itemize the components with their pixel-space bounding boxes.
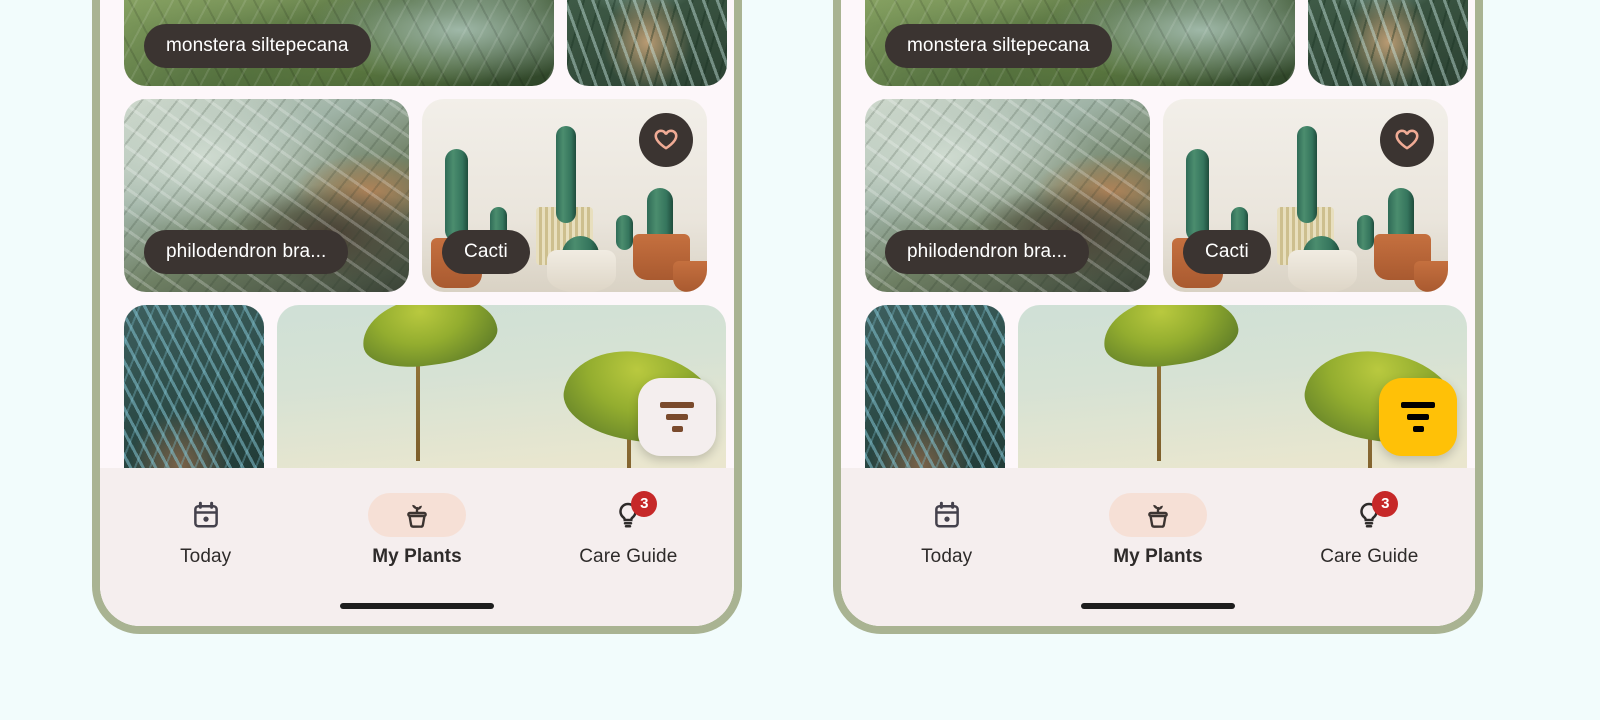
- nav-today-label: Today: [180, 545, 232, 567]
- nav-care-guide-label: Care Guide: [579, 545, 678, 567]
- plant-tile-cacti[interactable]: Cacti: [1163, 99, 1448, 292]
- nav-my-plants-pill: [367, 492, 466, 537]
- phone-screen-left: monstera siltepecana philodendron bra...: [100, 0, 734, 626]
- plant-gallery-left[interactable]: monstera siltepecana philodendron bra...: [100, 0, 734, 468]
- plant-name-chip: monstera siltepecana: [144, 24, 371, 68]
- nav-today[interactable]: Today: [100, 493, 311, 568]
- plant-tile-monstera[interactable]: monstera siltepecana: [865, 0, 1295, 86]
- calendar-icon: [193, 501, 218, 527]
- home-indicator-area: [841, 586, 1475, 626]
- plant-name-chip: monstera siltepecana: [885, 24, 1112, 68]
- nav-care-guide-label: Care Guide: [1320, 545, 1419, 567]
- heart-icon: [654, 129, 678, 150]
- screenshot-canvas: monstera siltepecana philodendron bra...: [0, 0, 1600, 720]
- nav-my-plants-label: My Plants: [372, 545, 462, 567]
- nav-my-plants-pill: [1108, 492, 1207, 537]
- plant-name-chip: philodendron bra...: [885, 230, 1090, 274]
- plant-tile-spiky[interactable]: [865, 305, 1005, 468]
- plant-tile-spiky[interactable]: [124, 305, 264, 468]
- calendar-icon: [934, 501, 959, 527]
- nav-items: Today My Plants 3 Care Guide: [841, 468, 1475, 586]
- nav-care-guide-pill: 3: [579, 490, 677, 537]
- plant-tile-cacti[interactable]: Cacti: [422, 99, 707, 292]
- nav-today-pill: [157, 493, 255, 537]
- plant-gallery-right[interactable]: monstera siltepecana philodendron bra...: [841, 0, 1475, 468]
- gallery-row: [865, 305, 1467, 468]
- phone-screen-right: monstera siltepecana philodendron bra...: [841, 0, 1475, 626]
- care-guide-badge: 3: [1372, 490, 1399, 517]
- home-indicator: [340, 603, 494, 609]
- filter-icon: [1401, 402, 1435, 432]
- filter-fab[interactable]: [1379, 378, 1457, 456]
- favorite-button[interactable]: [1380, 113, 1434, 167]
- phone-mockup-right: monstera siltepecana philodendron bra...: [833, 0, 1483, 634]
- plant-photo: [124, 305, 264, 468]
- nav-today-pill: [898, 493, 996, 537]
- bottom-navigation-bar: Today My Plants 3 Care Guide: [100, 468, 734, 626]
- nav-today[interactable]: Today: [841, 493, 1052, 568]
- phone-mockup-left: monstera siltepecana philodendron bra...: [92, 0, 742, 634]
- plant-photo: [1308, 0, 1468, 86]
- nav-care-guide-pill: 3: [1320, 490, 1418, 537]
- nav-items: Today My Plants 3 Care Guide: [100, 468, 734, 586]
- care-guide-badge: 3: [631, 490, 658, 517]
- home-indicator-area: [100, 586, 734, 626]
- nav-care-guide[interactable]: 3 Care Guide: [523, 490, 734, 568]
- plant-photo: [567, 0, 727, 86]
- plant-name-chip: Cacti: [1183, 230, 1271, 274]
- gallery-row: philodendron bra... Cacti: [865, 99, 1451, 292]
- nav-today-label: Today: [921, 545, 973, 567]
- nav-my-plants[interactable]: My Plants: [311, 492, 522, 568]
- favorite-button[interactable]: [639, 113, 693, 167]
- plant-photo: [865, 305, 1005, 468]
- bottom-navigation-bar: Today My Plants 3 Care Guide: [841, 468, 1475, 626]
- filter-icon: [660, 402, 694, 432]
- nav-my-plants[interactable]: My Plants: [1052, 492, 1263, 568]
- plant-tile-monstera[interactable]: monstera siltepecana: [124, 0, 554, 86]
- heart-icon: [1395, 129, 1419, 150]
- gallery-row: [124, 305, 726, 468]
- plant-tile-palm[interactable]: [567, 0, 727, 86]
- gallery-row: monstera siltepecana: [865, 0, 1468, 86]
- gallery-row: philodendron bra... Cacti: [124, 99, 710, 292]
- home-indicator: [1081, 603, 1235, 609]
- plant-tile-palm[interactable]: [1308, 0, 1468, 86]
- plant-name-chip: philodendron bra...: [144, 230, 349, 274]
- plant-name-chip: Cacti: [442, 230, 530, 274]
- filter-fab[interactable]: [638, 378, 716, 456]
- plant-tile-philodendron[interactable]: philodendron bra...: [124, 99, 409, 292]
- plant-tile-philodendron[interactable]: philodendron bra...: [865, 99, 1150, 292]
- potted-plant-icon: [407, 504, 427, 528]
- nav-my-plants-label: My Plants: [1113, 545, 1203, 567]
- potted-plant-icon: [1148, 504, 1168, 528]
- nav-care-guide[interactable]: 3 Care Guide: [1264, 490, 1475, 568]
- gallery-row: monstera siltepecana: [124, 0, 727, 86]
